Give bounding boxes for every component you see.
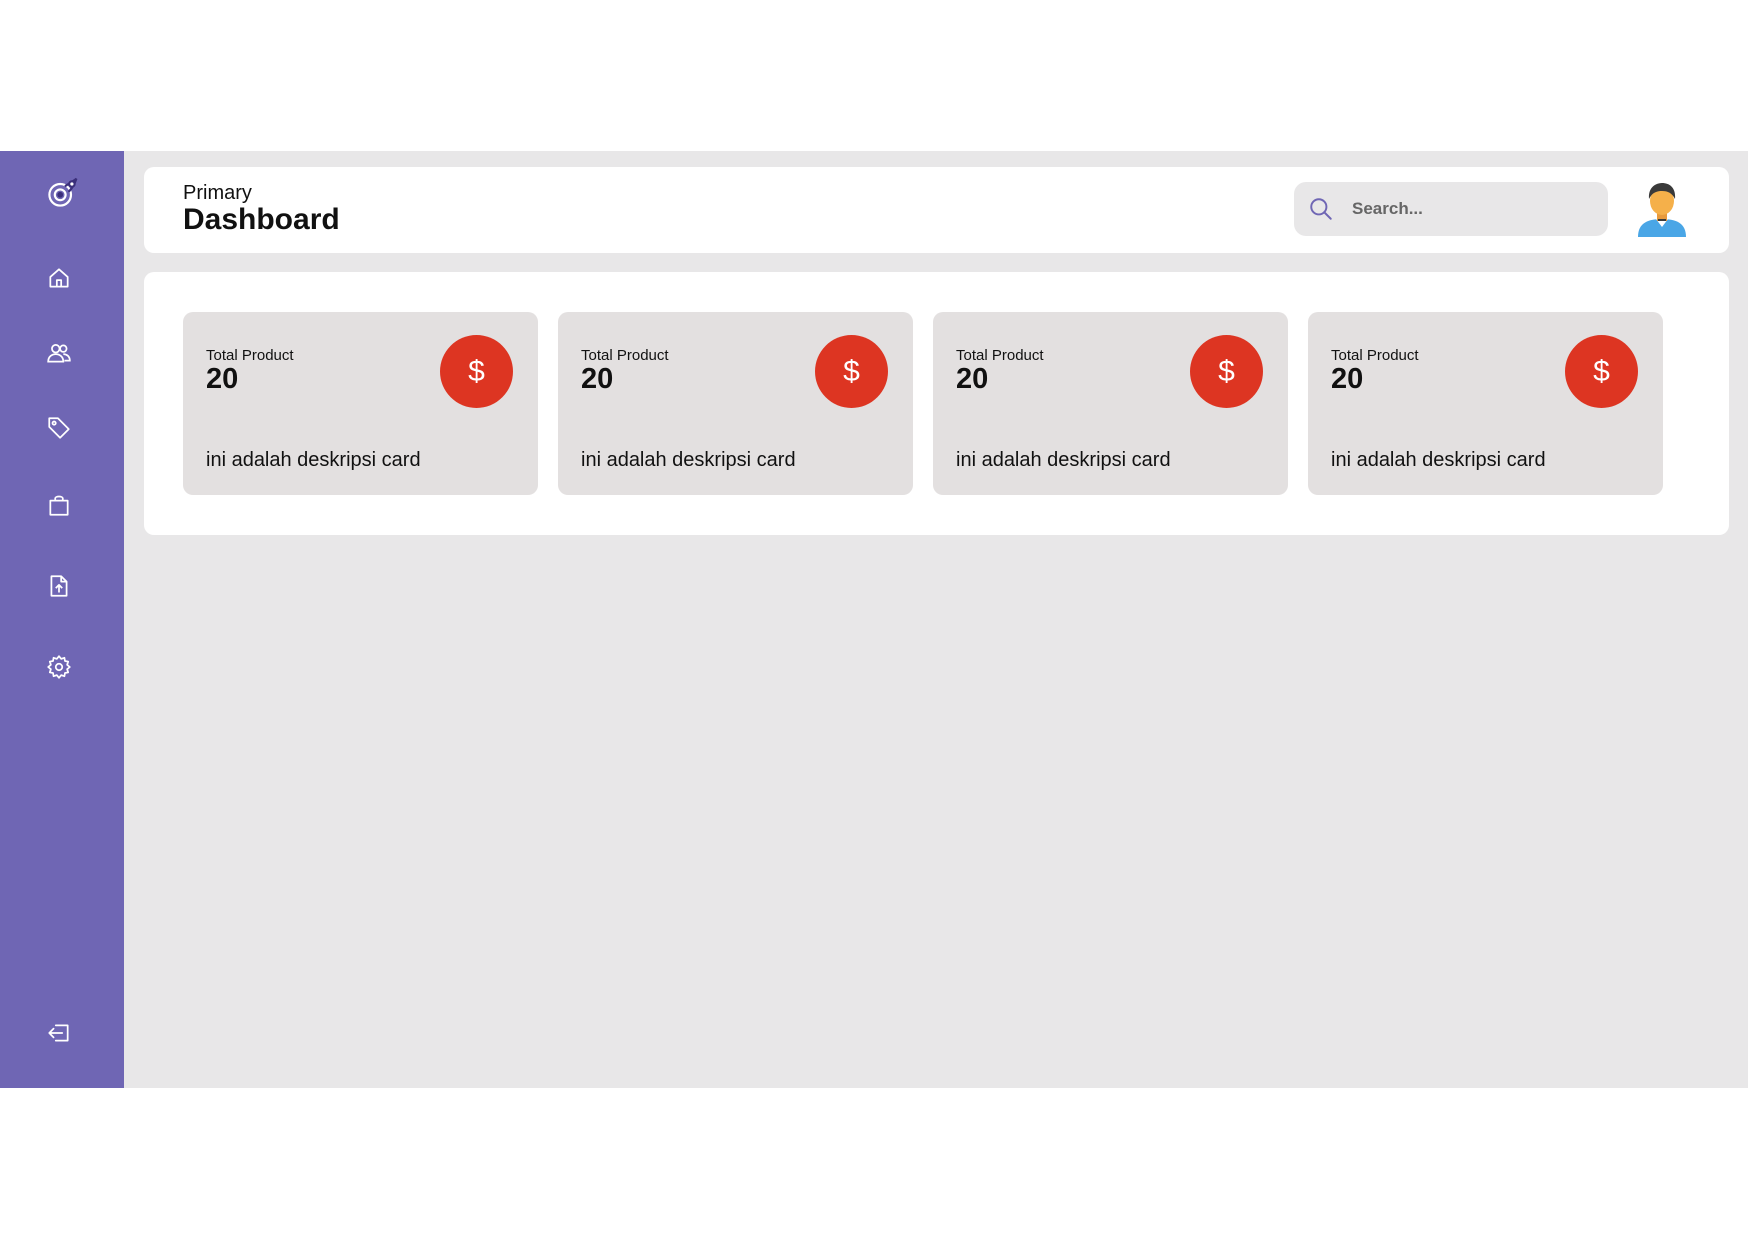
shopping-bag-icon[interactable] — [42, 488, 76, 522]
sidebar — [0, 151, 124, 1088]
app-window: Primary Dashboard Search... Total Produc… — [0, 151, 1748, 1088]
card-description: ini adalah deskripsi card — [1331, 449, 1546, 471]
logo-icon[interactable] — [42, 173, 82, 213]
users-icon[interactable] — [42, 336, 76, 370]
top-header: Primary Dashboard — [144, 167, 1729, 253]
page-subtitle: Primary — [183, 182, 252, 204]
dollar-icon: $ — [815, 335, 888, 408]
search-input[interactable] — [1350, 198, 1594, 220]
card-description: ini adalah deskripsi card — [581, 449, 796, 471]
card-value: 20 — [206, 363, 239, 395]
card-value: 20 — [1331, 363, 1364, 395]
dollar-icon: $ — [1565, 335, 1638, 408]
stat-card[interactable]: Total Product 20 $ ini adalah deskripsi … — [558, 312, 913, 495]
card-list: Total Product 20 $ ini adalah deskripsi … — [183, 312, 1663, 495]
home-icon[interactable] — [42, 261, 76, 295]
file-upload-icon[interactable] — [42, 569, 76, 603]
logout-icon[interactable] — [42, 1016, 76, 1050]
dollar-icon: $ — [1190, 335, 1263, 408]
card-label: Total Product — [206, 347, 294, 364]
gear-icon[interactable] — [42, 650, 76, 684]
card-value: 20 — [581, 363, 614, 395]
page-title: Dashboard — [183, 203, 340, 236]
content-panel: Total Product 20 $ ini adalah deskripsi … — [144, 272, 1729, 535]
avatar[interactable] — [1634, 179, 1690, 239]
stat-card[interactable]: Total Product 20 $ ini adalah deskripsi … — [183, 312, 538, 495]
card-description: ini adalah deskripsi card — [206, 449, 421, 471]
card-description: ini adalah deskripsi card — [956, 449, 1171, 471]
tag-icon[interactable] — [42, 411, 76, 445]
stat-card[interactable]: Total Product 20 $ ini adalah deskripsi … — [1308, 312, 1663, 495]
card-label: Total Product — [956, 347, 1044, 364]
stat-card[interactable]: Total Product 20 $ ini adalah deskripsi … — [933, 312, 1288, 495]
search-box[interactable] — [1294, 182, 1608, 236]
card-label: Total Product — [581, 347, 669, 364]
search-icon — [1307, 195, 1335, 223]
card-label: Total Product — [1331, 347, 1419, 364]
card-value: 20 — [956, 363, 989, 395]
dollar-icon: $ — [440, 335, 513, 408]
